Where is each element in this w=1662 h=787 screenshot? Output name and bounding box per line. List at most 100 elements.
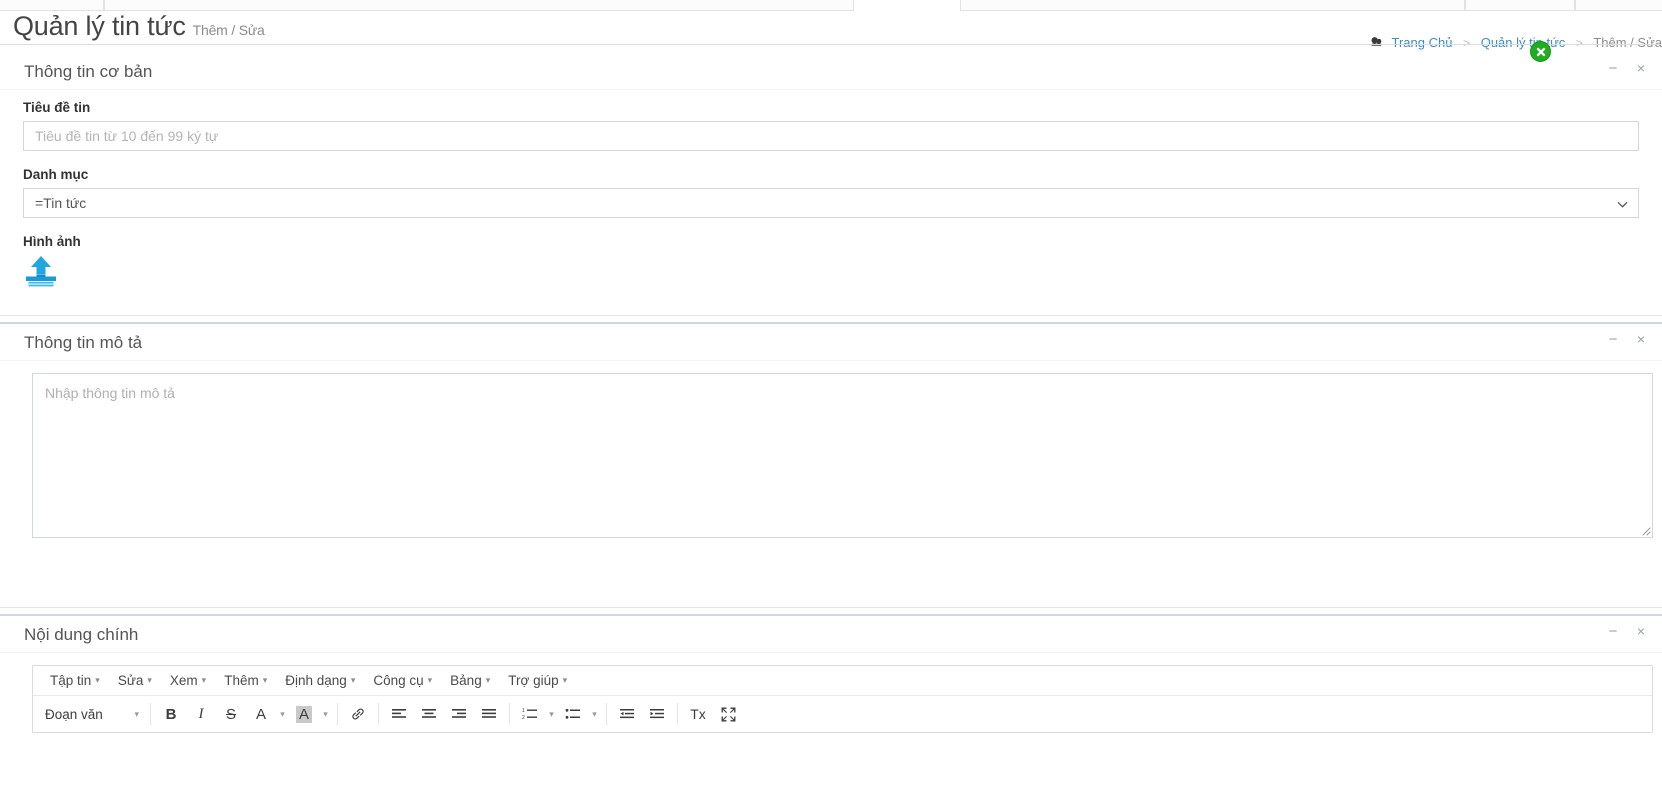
field-title: Tiêu đề tin xyxy=(23,100,1639,151)
unordered-list-icon xyxy=(565,708,580,719)
breadcrumb-separator: > xyxy=(1575,36,1583,50)
box-basic-info-body: Tiêu đề tin Danh mục =Tin tức Hình ảnh xyxy=(0,90,1662,301)
collapse-box-button[interactable]: − xyxy=(1606,61,1620,76)
top-strip-segment xyxy=(0,0,104,11)
chevron-down-icon: ▾ xyxy=(134,708,139,719)
category-select[interactable]: =Tin tức xyxy=(23,188,1639,218)
background-color-chevron-down-icon[interactable]: ▾ xyxy=(319,700,332,728)
editor-menubar: Tập tin ▾ Sửa ▾ Xem ▾ Thêm ▾ Định dạng ▾… xyxy=(33,666,1652,696)
clear-formatting-button[interactable]: Tx xyxy=(683,700,713,728)
title-input[interactable] xyxy=(23,121,1639,151)
box-description-title: Thông tin mô tả xyxy=(24,333,143,352)
menu-insert[interactable]: Thêm ▾ xyxy=(215,670,276,691)
box-basic-info-tools: − × xyxy=(1606,61,1648,76)
menu-table[interactable]: Bảng ▾ xyxy=(441,670,499,691)
box-main-content-header: Nội dung chính − × xyxy=(0,616,1662,653)
page-title: Quản lý tin tức Thêm / Sửa xyxy=(13,11,265,42)
align-left-button[interactable] xyxy=(384,700,414,728)
numbered-list-chevron-down-icon[interactable]: ▾ xyxy=(545,700,558,728)
menu-edit[interactable]: Sửa ▾ xyxy=(109,670,161,691)
box-main-content-tools: − × xyxy=(1606,624,1648,639)
menu-file[interactable]: Tập tin ▾ xyxy=(41,670,109,691)
link-icon xyxy=(352,708,364,720)
align-right-button[interactable] xyxy=(444,700,474,728)
menu-tools-label: Công cụ xyxy=(373,673,424,688)
block-format-select[interactable]: Đoạn văn ▾ xyxy=(37,701,145,727)
align-right-icon xyxy=(452,709,466,718)
background-color-button[interactable]: A xyxy=(289,700,319,728)
section-divider xyxy=(0,607,1662,608)
breadcrumb-item-home[interactable]: Trang Chủ xyxy=(1392,35,1453,50)
chevron-down-icon: ▾ xyxy=(562,675,568,685)
category-select-wrap: =Tin tức xyxy=(23,188,1639,218)
toolbar-divider xyxy=(150,703,151,725)
menu-help[interactable]: Trợ giúp ▾ xyxy=(499,670,576,691)
remove-box-button[interactable]: × xyxy=(1634,624,1648,638)
menu-format-label: Định dạng xyxy=(285,673,347,688)
field-category: Danh mục =Tin tức xyxy=(23,167,1639,218)
align-center-button[interactable] xyxy=(414,700,444,728)
upload-icon[interactable] xyxy=(23,255,59,289)
fullscreen-button[interactable] xyxy=(713,700,743,728)
top-strip-segment xyxy=(960,0,1465,11)
italic-button[interactable]: I xyxy=(186,700,216,728)
menu-tools[interactable]: Công cụ ▾ xyxy=(364,670,441,691)
align-center-icon xyxy=(422,709,436,718)
box-description-body xyxy=(0,361,1662,550)
text-color-button[interactable]: A xyxy=(246,700,276,728)
chevron-down-icon: ▾ xyxy=(262,675,268,685)
menu-format[interactable]: Định dạng ▾ xyxy=(276,670,364,691)
svg-text:2: 2 xyxy=(522,715,525,721)
remove-box-button[interactable]: × xyxy=(1634,61,1648,75)
chevron-down-icon: ▾ xyxy=(201,675,207,685)
chevron-down-icon: ▾ xyxy=(95,675,100,685)
remove-box-button[interactable]: × xyxy=(1634,332,1648,346)
category-label: Danh mục xyxy=(23,167,89,182)
menu-view-label: Xem xyxy=(169,673,198,688)
page-subtitle: Thêm / Sửa xyxy=(192,22,265,38)
collapse-box-button[interactable]: − xyxy=(1606,624,1620,639)
numbered-list-button[interactable]: 1 2 xyxy=(515,700,545,728)
ordered-list-icon: 1 2 xyxy=(522,708,537,721)
chevron-down-icon: ▾ xyxy=(485,675,491,685)
strikethrough-button[interactable]: S xyxy=(216,700,246,728)
link-button[interactable] xyxy=(343,700,373,728)
menu-insert-label: Thêm xyxy=(224,673,259,688)
menu-view[interactable]: Xem ▾ xyxy=(161,670,215,691)
collapse-box-button[interactable]: − xyxy=(1606,332,1620,347)
box-basic-info-header: Thông tin cơ bản − × xyxy=(0,53,1662,90)
indent-button[interactable] xyxy=(642,700,672,728)
page-title-text: Quản lý tin tức xyxy=(13,11,186,41)
toolbar-divider xyxy=(677,703,678,725)
close-notification-button[interactable] xyxy=(1530,41,1551,62)
breadcrumb: Trang Chủ > Quản lý tin tức > Thêm / Sửa xyxy=(1370,35,1662,51)
chevron-down-icon: ▾ xyxy=(350,675,356,685)
chevron-down-icon: ▾ xyxy=(147,675,152,685)
description-textarea[interactable] xyxy=(32,373,1653,538)
box-description-header: Thông tin mô tả − × xyxy=(0,324,1662,361)
box-basic-info-title: Thông tin cơ bản xyxy=(24,62,153,81)
indent-icon xyxy=(650,709,664,719)
breadcrumb-separator: > xyxy=(1463,36,1471,50)
bulleted-list-chevron-down-icon[interactable]: ▾ xyxy=(588,700,601,728)
fullscreen-icon xyxy=(721,707,735,721)
rich-text-editor: Tập tin ▾ Sửa ▾ Xem ▾ Thêm ▾ Định dạng ▾… xyxy=(32,665,1653,733)
top-strip-segment xyxy=(1465,0,1575,11)
close-icon xyxy=(1536,47,1545,56)
editor-toolbar: Đoạn văn ▾ B I S A ▾ A ▾ 1 2 ▾ ▾ Tx xyxy=(33,696,1652,732)
bulleted-list-button[interactable] xyxy=(558,700,588,728)
svg-text:1: 1 xyxy=(522,708,525,714)
toolbar-divider xyxy=(606,703,607,725)
background-color-glyph: A xyxy=(295,705,312,723)
outdent-button[interactable] xyxy=(612,700,642,728)
breadcrumb-item-news[interactable]: Quản lý tin tức xyxy=(1481,35,1566,50)
align-justify-button[interactable] xyxy=(474,700,504,728)
title-label: Tiêu đề tin xyxy=(23,100,91,115)
text-color-chevron-down-icon[interactable]: ▾ xyxy=(276,700,289,728)
chevron-down-icon: ▾ xyxy=(427,675,433,685)
menu-file-label: Tập tin xyxy=(50,673,92,688)
menu-edit-label: Sửa xyxy=(117,673,144,688)
toolbar-divider xyxy=(509,703,510,725)
toolbar-divider xyxy=(337,703,338,725)
bold-button[interactable]: B xyxy=(156,700,186,728)
